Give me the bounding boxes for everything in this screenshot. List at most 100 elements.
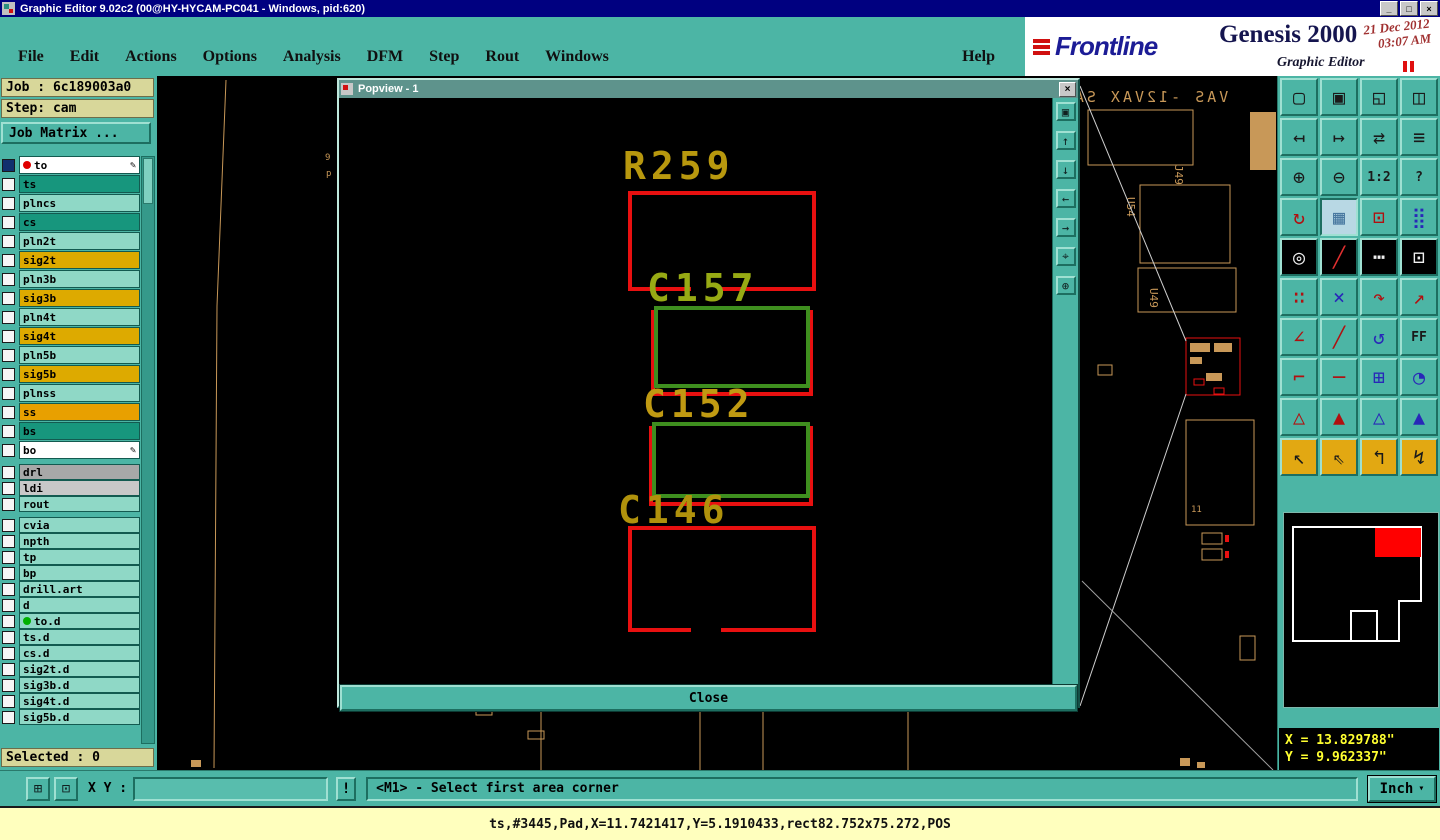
layer-row-bs[interactable]: bs [2, 422, 140, 440]
layer-row-d[interactable]: d [2, 597, 140, 613]
grid-snap-button[interactable]: ⊞ [26, 776, 50, 801]
pointer-select-button[interactable]: ↖ [1280, 438, 1318, 476]
layer-row-pln2t[interactable]: pln2t [2, 232, 140, 250]
origin-snap-button[interactable]: ⊡ [54, 776, 78, 801]
angle-button[interactable]: ∠ [1280, 318, 1318, 356]
triangle-filled-button[interactable]: ▲ [1320, 398, 1358, 436]
layer-row-cs.d[interactable]: cs.d [2, 645, 140, 661]
help-button[interactable]: ? [1400, 158, 1438, 196]
menu-dfm[interactable]: DFM [367, 48, 403, 66]
layer-row-pln3b[interactable]: pln3b [2, 270, 140, 288]
pointer-object-button[interactable]: ↰ [1360, 438, 1398, 476]
corner-button[interactable]: ⌐ [1280, 358, 1318, 396]
view-list-button[interactable]: ≡ [1400, 118, 1438, 156]
menu-windows[interactable]: Windows [545, 48, 609, 66]
clear-highlight-button[interactable]: × [1320, 278, 1358, 316]
line-scope-button[interactable]: ╱ [1320, 238, 1358, 276]
layer-row-plnss[interactable]: plnss [2, 384, 140, 402]
layer-checkbox[interactable] [2, 386, 15, 400]
pointer-path-button[interactable]: ↯ [1400, 438, 1438, 476]
popview-copy-button[interactable]: ▣ [1055, 102, 1076, 121]
layer-row-pln4t[interactable]: pln4t [2, 308, 140, 326]
layer-row-sig5b.d[interactable]: sig5b.d [2, 709, 140, 725]
layer-checkbox[interactable] [2, 710, 15, 724]
xy-input[interactable] [133, 776, 329, 801]
layer-checkbox[interactable] [2, 196, 15, 210]
layer-checkbox[interactable] [2, 518, 15, 532]
popview-zoom-button[interactable]: ⊕ [1055, 276, 1076, 295]
navigator-panel[interactable] [1283, 512, 1439, 708]
layer-checkbox[interactable] [2, 614, 15, 628]
highlight-net-button[interactable]: ∷ [1280, 278, 1318, 316]
arc-button[interactable]: ↺ [1360, 318, 1398, 356]
layer-checkbox[interactable] [2, 272, 15, 286]
triangle-blue-button[interactable]: △ [1360, 398, 1398, 436]
popview-titlebar[interactable]: Popview - 1 × [339, 80, 1078, 98]
menu-rout[interactable]: Rout [485, 48, 519, 66]
slope-button[interactable]: ╱ [1320, 318, 1358, 356]
layer-row-drl[interactable]: drl [2, 464, 140, 480]
vector-button[interactable]: ↗ [1400, 278, 1438, 316]
menu-file[interactable]: File [18, 48, 44, 66]
layer-checkbox[interactable] [2, 630, 15, 644]
popview-pan-down-button[interactable]: ↓ [1055, 160, 1076, 179]
layer-row-ldi[interactable]: ldi [2, 480, 140, 496]
layer-checkbox[interactable] [2, 582, 15, 596]
dash-button[interactable]: ─ [1320, 358, 1358, 396]
quadrant-button[interactable]: ◔ [1400, 358, 1438, 396]
layer-row-to.d[interactable]: to.d [2, 613, 140, 629]
layer-row-sig2t[interactable]: sig2t [2, 251, 140, 269]
popview-pan-left-button[interactable]: ← [1055, 189, 1076, 208]
layer-checkbox[interactable] [2, 367, 15, 381]
popview-close-button[interactable]: Close [339, 684, 1078, 712]
layer-row-ts.d[interactable]: ts.d [2, 629, 140, 645]
popview-close-icon[interactable]: × [1059, 81, 1076, 97]
layer-checkbox[interactable] [2, 497, 15, 511]
layer-checkbox[interactable] [2, 662, 15, 676]
alert-button[interactable]: ! [336, 776, 357, 801]
layer-row-ss[interactable]: ss [2, 403, 140, 421]
layer-row-rout[interactable]: rout [2, 496, 140, 512]
menu-actions[interactable]: Actions [125, 48, 177, 66]
split-view-button[interactable]: ◫ [1400, 78, 1438, 116]
layer-row-to[interactable]: to ✎ [2, 156, 140, 174]
layer-checkbox[interactable] [2, 678, 15, 692]
zoom-in-button[interactable]: ⊕ [1280, 158, 1318, 196]
grid-toggle-button[interactable]: ▦ [1320, 198, 1358, 236]
layer-checkbox[interactable] [2, 158, 15, 172]
layer-row-ts[interactable]: ts [2, 175, 140, 193]
units-button[interactable]: Inch ▾ [1367, 774, 1437, 803]
layer-row-bo[interactable]: bo ✎ [2, 441, 140, 459]
popview-canvas[interactable]: R259 C157 C152 C146 [339, 98, 1052, 684]
layer-row-bp[interactable]: bp [2, 565, 140, 581]
layer-row-cs[interactable]: cs [2, 213, 140, 231]
layer-row-sig3b.d[interactable]: sig3b.d [2, 677, 140, 693]
popview-center-button[interactable]: ⌖ [1055, 247, 1076, 266]
layer-checkbox[interactable] [2, 443, 15, 457]
layer-checkbox[interactable] [2, 291, 15, 305]
zoom-window-button[interactable]: ◱ [1360, 78, 1398, 116]
layer-checkbox[interactable] [2, 329, 15, 343]
pointer-line-button[interactable]: ⇖ [1320, 438, 1358, 476]
menu-options[interactable]: Options [203, 48, 257, 66]
layer-row-tp[interactable]: tp [2, 549, 140, 565]
triangle-mixed-button[interactable]: ▲ [1400, 398, 1438, 436]
layer-checkbox[interactable] [2, 646, 15, 660]
layer-scrollbar[interactable] [141, 156, 155, 744]
area-scope-button[interactable]: ⊡ [1400, 238, 1438, 276]
menu-help[interactable]: Help [962, 48, 995, 66]
rotate-button[interactable]: ↷ [1360, 278, 1398, 316]
ruler-button[interactable]: ┅ [1360, 238, 1398, 276]
layer-checkbox[interactable] [2, 534, 15, 548]
layer-checkbox[interactable] [2, 598, 15, 612]
swap-view-button[interactable]: ⇄ [1360, 118, 1398, 156]
zoom-1-2-button[interactable]: 1:2 [1360, 158, 1398, 196]
layer-row-sig4t[interactable]: sig4t [2, 327, 140, 345]
layer-checkbox[interactable] [2, 348, 15, 362]
layer-row-sig2t.d[interactable]: sig2t.d [2, 661, 140, 677]
layer-checkbox[interactable] [2, 465, 15, 479]
view-screen-button[interactable]: ▣ [1320, 78, 1358, 116]
popview-window[interactable]: Popview - 1 × R259 C157 C152 C146 ▣ ↑ ↓ … [337, 78, 1080, 712]
menu-edit[interactable]: Edit [70, 48, 99, 66]
layer-checkbox[interactable] [2, 234, 15, 248]
